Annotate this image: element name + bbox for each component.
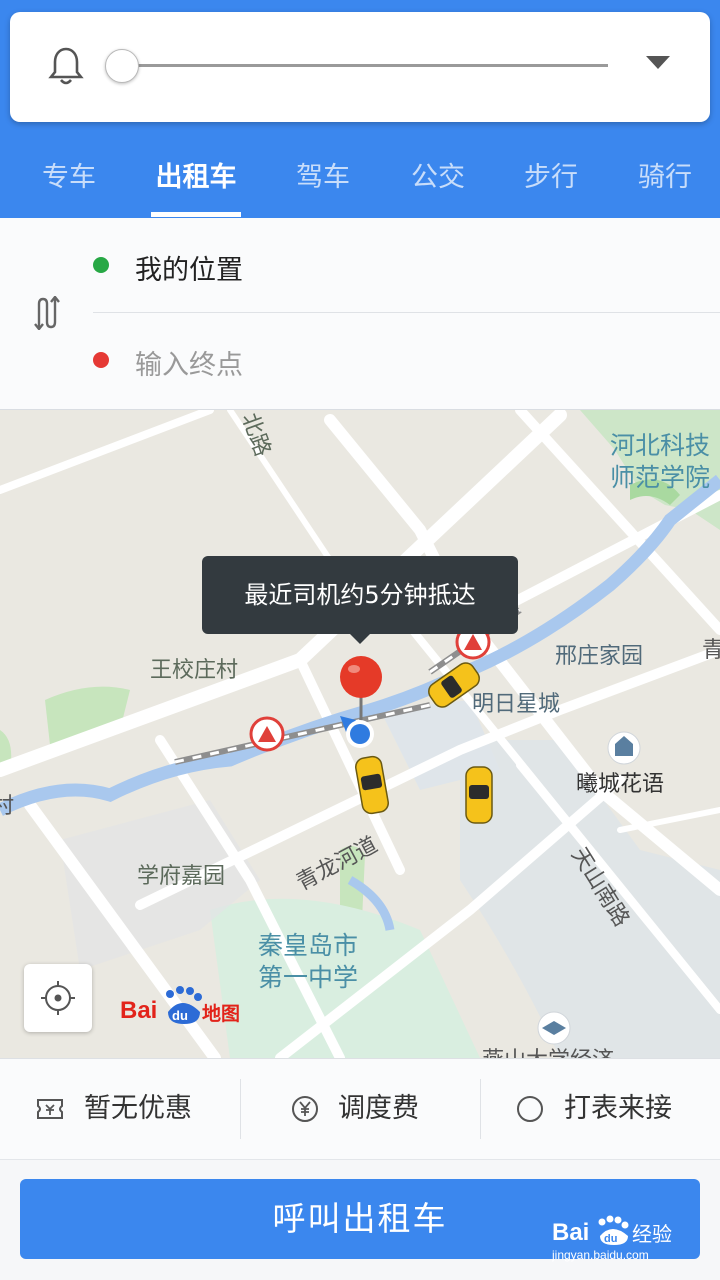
chevron-down-icon[interactable] xyxy=(646,56,670,69)
coupon-icon xyxy=(37,1099,63,1119)
map-label-village: 王校庄村 xyxy=(150,658,239,683)
start-dot-icon xyxy=(93,257,109,273)
yuan-icon xyxy=(292,1096,318,1122)
map-label-edge: 青 xyxy=(702,638,720,663)
watermark-text-jingyan: 经验 xyxy=(632,1222,672,1246)
watermark-text-bai: Bai xyxy=(552,1219,589,1246)
bell-icon[interactable] xyxy=(48,46,84,86)
option-divider xyxy=(240,1079,241,1139)
option-divider xyxy=(480,1079,481,1139)
tab-bus[interactable]: 公交 xyxy=(378,148,498,218)
baidu-jingyan-watermark: Bai du 经验 jingyan.baidu.com xyxy=(552,1215,672,1262)
volume-panel xyxy=(10,12,710,122)
taxi-icon xyxy=(465,766,493,824)
volume-slider-track[interactable] xyxy=(122,64,608,67)
school-name-line1: 秦皇岛市 xyxy=(258,931,359,960)
end-dot-icon xyxy=(93,352,109,368)
map-label-community: 学府嘉园 xyxy=(137,864,226,889)
tab-walk[interactable]: 步行 xyxy=(491,148,611,218)
logo-text-bai: Bai xyxy=(120,997,157,1024)
dispatch-fee-option[interactable]: 调度费 xyxy=(338,1059,419,1159)
school-name-line2: 第一中学 xyxy=(258,963,359,992)
eta-tooltip: 最近司机约5分钟抵达 xyxy=(202,556,518,634)
map-label-school: 秦皇岛市 第一中学 xyxy=(258,930,358,994)
options-bar: 暂无优惠 调度费 打表来接 xyxy=(0,1058,720,1160)
map-view[interactable]: 北路 河北科技 师范学院 王校庄村 邢庄家园 明日星城 曦城花语 学府嘉园 青龙… xyxy=(0,410,720,1058)
taxi-icon xyxy=(355,755,389,815)
map-label-campus: 河北科技 师范学院 xyxy=(610,430,710,494)
locate-button[interactable] xyxy=(24,964,92,1032)
baidu-map-logo: Bai du 地图 xyxy=(120,986,240,1025)
swap-route-icon[interactable] xyxy=(32,296,62,330)
meter-pickup-option[interactable]: 打表来接 xyxy=(564,1059,672,1159)
coupon-option[interactable]: 暂无优惠 xyxy=(84,1059,192,1159)
logo-text-map: 地图 xyxy=(202,1002,240,1025)
destination-input[interactable]: 输入终点 xyxy=(135,343,243,382)
map-label-community: 邢庄家园 xyxy=(555,644,644,669)
watermark-url: jingyan.baidu.com xyxy=(552,1248,649,1262)
tab-drive[interactable]: 驾车 xyxy=(263,148,383,218)
radio-circle-icon[interactable] xyxy=(516,1095,544,1123)
tab-special-car[interactable]: 专车 xyxy=(9,148,129,218)
map-label-university: 燕山大学经济 xyxy=(482,1042,614,1058)
map-label-community: 曦城花语 xyxy=(576,772,665,797)
tab-taxi[interactable]: 出租车 xyxy=(136,148,256,218)
start-location[interactable]: 我的位置 xyxy=(135,248,243,287)
map-label-community: 明日星城 xyxy=(472,692,561,717)
map-label-edge: 村 xyxy=(0,794,15,819)
active-tab-indicator xyxy=(151,212,241,217)
eta-tooltip-tail xyxy=(350,634,370,644)
campus-name-line1: 河北科技 xyxy=(610,431,711,460)
route-panel xyxy=(0,218,720,410)
logo-text-du: du xyxy=(172,1008,188,1023)
mode-tabs: 专车 出租车 驾车 公交 步行 骑行 xyxy=(0,148,720,218)
watermark-text-du: du xyxy=(604,1233,617,1245)
volume-slider-knob[interactable] xyxy=(105,49,139,83)
campus-name-line2: 师范学院 xyxy=(610,463,711,492)
road-work-icon xyxy=(249,716,285,752)
tab-bike[interactable]: 骑行 xyxy=(605,148,720,218)
crosshair-icon xyxy=(41,981,75,1015)
map-base xyxy=(0,410,720,1058)
route-divider xyxy=(93,312,720,313)
